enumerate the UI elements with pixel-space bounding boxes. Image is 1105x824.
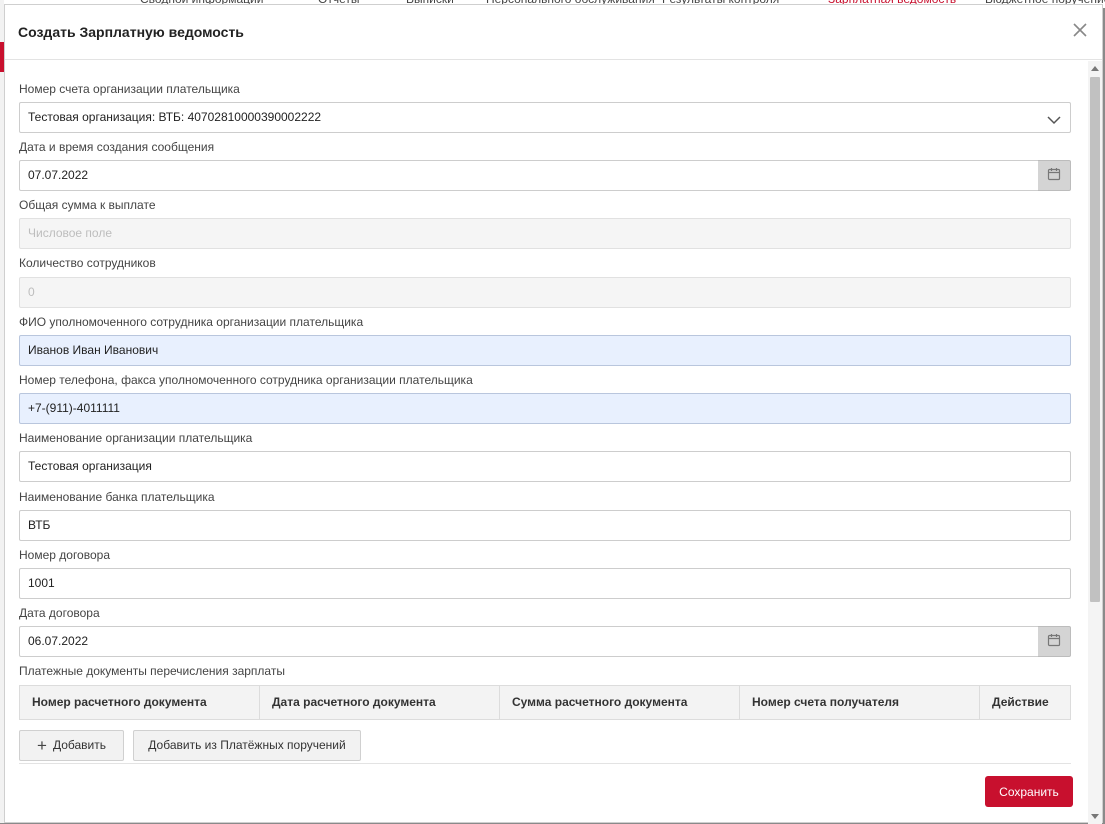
dialog-title: Создать Зарплатную ведомость bbox=[18, 24, 244, 40]
contract-number-label: Номер договора bbox=[19, 548, 110, 562]
column-header-action[interactable]: Действие bbox=[980, 686, 1070, 719]
scroll-up-icon[interactable] bbox=[1091, 66, 1099, 71]
bank-name-input[interactable]: ВТБ bbox=[19, 510, 1071, 541]
message-date-input[interactable]: 07.07.2022 bbox=[19, 160, 1039, 191]
column-header-doc-amount[interactable]: Сумма расчетного документа bbox=[500, 686, 740, 719]
dialog-header: Создать Зарплатную ведомость bbox=[5, 5, 1102, 60]
contract-date-calendar-button[interactable] bbox=[1038, 626, 1071, 657]
payer-account-value: Тестовая организация: ВТБ: 4070281000039… bbox=[28, 110, 322, 124]
contract-date-label: Дата договора bbox=[19, 606, 100, 620]
contract-date-input[interactable]: 06.07.2022 bbox=[19, 626, 1039, 657]
payer-account-select[interactable]: Тестовая организация: ВТБ: 4070281000039… bbox=[19, 102, 1071, 133]
plus-icon: + bbox=[37, 736, 47, 755]
employee-count-input: 0 bbox=[19, 277, 1071, 308]
scroll-down-icon[interactable] bbox=[1091, 814, 1099, 819]
org-name-input[interactable]: Тестовая организация bbox=[19, 451, 1071, 482]
dialog-body: Номер счета организации плательщика Тест… bbox=[5, 61, 1087, 824]
calendar-icon bbox=[1047, 167, 1061, 184]
contract-number-input[interactable]: 1001 bbox=[19, 568, 1071, 599]
message-date-label: Дата и время создания сообщения bbox=[19, 140, 215, 154]
add-button[interactable]: + Добавить bbox=[19, 730, 124, 761]
save-button[interactable]: Сохранить bbox=[985, 776, 1073, 807]
phone-label: Номер телефона, факса уполномоченного со… bbox=[19, 373, 473, 387]
payments-table-header: Номер расчетного документа Дата расчетно… bbox=[19, 685, 1071, 720]
total-amount-label: Общая сумма к выплате bbox=[19, 198, 156, 212]
bank-name-label: Наименование банка плательщика bbox=[19, 490, 215, 504]
column-header-recipient-account[interactable]: Номер счета получателя bbox=[740, 686, 980, 719]
create-payroll-dialog: Создать Зарплатную ведомость Номер счета… bbox=[4, 4, 1103, 824]
footer-divider bbox=[19, 763, 1071, 764]
payer-account-label: Номер счета организации плательщика bbox=[19, 82, 240, 96]
org-name-label: Наименование организации плательщика bbox=[19, 431, 253, 445]
chevron-down-icon bbox=[1046, 110, 1062, 126]
column-header-doc-date[interactable]: Дата расчетного документа bbox=[260, 686, 500, 719]
scroll-thumb[interactable] bbox=[1090, 77, 1100, 602]
authorized-person-input[interactable]: Иванов Иван Иванович bbox=[19, 335, 1071, 366]
add-from-payment-orders-button[interactable]: Добавить из Платёжных поручений bbox=[133, 730, 361, 761]
close-icon[interactable] bbox=[1072, 22, 1088, 38]
column-header-doc-number[interactable]: Номер расчетного документа bbox=[20, 686, 260, 719]
employee-count-label: Количество сотрудников bbox=[19, 256, 156, 270]
phone-input[interactable]: +7-(911)-4011111 bbox=[19, 393, 1071, 424]
authorized-person-label: ФИО уполномоченного сотрудника организац… bbox=[19, 315, 364, 329]
calendar-icon bbox=[1047, 633, 1061, 650]
add-button-label: Добавить bbox=[52, 738, 106, 752]
total-amount-input: Числовое поле bbox=[19, 218, 1071, 249]
message-date-calendar-button[interactable] bbox=[1038, 160, 1071, 191]
payments-table-label: Платежные документы перечисления зарплат… bbox=[19, 664, 285, 678]
dialog-scrollbar[interactable] bbox=[1088, 61, 1102, 824]
